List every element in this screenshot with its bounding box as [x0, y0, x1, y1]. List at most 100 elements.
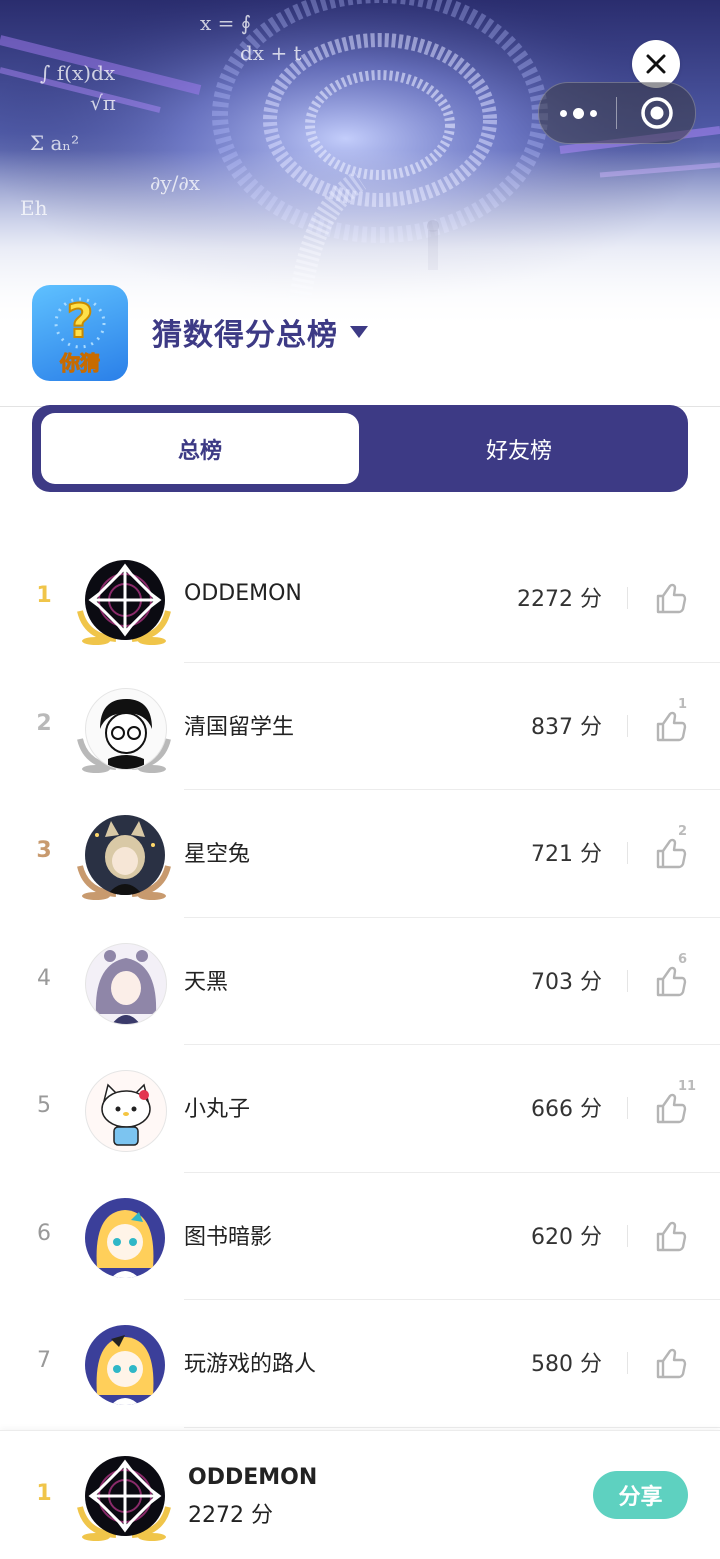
thumbs-up-icon[interactable] — [650, 1344, 690, 1384]
avatar[interactable] — [85, 942, 167, 1025]
thumbs-up-icon[interactable] — [650, 579, 690, 619]
my-avatar[interactable] — [85, 1456, 165, 1536]
leaderboard-selector[interactable]: 猜数得分总榜 — [152, 306, 368, 358]
anime-girl-cat-ears-icon — [95, 821, 155, 895]
rank-number: 3 — [36, 838, 52, 863]
player-name: 图书暗影 — [184, 1224, 273, 1250]
svg-text:√π: √π — [90, 91, 116, 115]
leaderboard-row: 5 小丸子 666 分 11 — [0, 1045, 720, 1173]
avatar[interactable] — [85, 1325, 165, 1405]
player-name: 星空兔 — [184, 842, 251, 867]
my-avatar-with-laurel — [76, 1453, 172, 1543]
thumbs-up-icon[interactable] — [650, 707, 690, 747]
player-name: 天黑 — [184, 969, 229, 995]
my-score: 2272 分 — [188, 1503, 273, 1528]
tab-overall[interactable]: 总榜 — [41, 413, 359, 484]
rank-number: 4 — [37, 965, 51, 991]
page-title: 猜数得分总榜 — [152, 318, 338, 353]
app-icon: ? 你猜 — [32, 285, 128, 381]
avatar[interactable] — [85, 815, 165, 895]
player-score: 721 分 — [531, 842, 602, 867]
like-count: 1 — [678, 696, 688, 712]
row-divider — [627, 1224, 628, 1247]
svg-text:∫ f(x)dx: ∫ f(x)dx — [40, 61, 116, 85]
exit-target-icon[interactable] — [639, 95, 675, 131]
crosshair-avatar-icon — [88, 1459, 162, 1533]
share-button[interactable]: 分享 — [593, 1471, 688, 1519]
anime-boy-glasses-icon — [100, 698, 152, 769]
crosshair-avatar-icon — [88, 563, 162, 637]
close-icon — [646, 54, 666, 74]
thumbs-up-icon[interactable] — [650, 1089, 690, 1129]
close-button[interactable] — [632, 40, 680, 88]
leaderboard-row: 7 玩游戏的路人 580 分 — [0, 1300, 720, 1428]
avatar[interactable] — [85, 1197, 165, 1278]
app-icon-label: 你猜 — [60, 351, 101, 376]
player-score: 620 分 — [531, 1224, 602, 1250]
player-score: 837 分 — [531, 714, 602, 740]
row-divider — [627, 842, 628, 864]
anime-girl-purple-hair-icon — [95, 949, 157, 1024]
leaderboard-row: 3 星空兔 721 分 2 — [0, 790, 720, 918]
hello-kitty-icon — [101, 1083, 151, 1146]
player-score: 2272 分 — [517, 587, 602, 612]
like-count: 11 — [678, 1079, 697, 1094]
my-name: ODDEMON — [188, 1465, 318, 1490]
more-dots-icon-center — [572, 107, 584, 119]
my-rank-number: 1 — [36, 1481, 52, 1506]
blonde-mascot-icon — [96, 1209, 154, 1278]
rank-number: 2 — [36, 710, 52, 736]
rank-number: 7 — [37, 1348, 51, 1373]
row-divider — [627, 587, 628, 609]
player-name: 玩游戏的路人 — [184, 1352, 317, 1377]
leaderboard-row: 6 图书暗影 620 分 — [0, 1173, 720, 1300]
player-name: 清国留学生 — [184, 714, 295, 740]
leaderboard-row: 4 天黑 703 分 6 — [0, 918, 720, 1045]
avatar[interactable] — [85, 687, 167, 770]
more-dots-icon — [559, 109, 567, 117]
row-separator — [184, 1426, 720, 1428]
more-menu-button[interactable] — [553, 93, 603, 133]
avatar-wrapper — [76, 1195, 172, 1285]
row-divider — [627, 969, 628, 992]
thumbs-up-icon[interactable] — [650, 834, 690, 874]
leaderboard-row: 1 ODDEMON 2272 分 — [0, 535, 720, 663]
like-count: 6 — [678, 951, 688, 967]
hero-banner: ∫ f(x)dx Σ aₙ² √π x = ∮ ∂y/∂x Eh dx + t — [0, 0, 720, 330]
svg-text:dx + t: dx + t — [240, 41, 302, 65]
rank-number: 6 — [37, 1220, 51, 1246]
my-rank-bar: 1 ODDEMON 2272 分 分享 — [0, 1430, 720, 1559]
avatar-with-laurel — [76, 812, 172, 902]
like-count: 2 — [678, 824, 688, 839]
avatar-wrapper — [76, 1322, 172, 1412]
leaderboard-row: 2 清国留学生 837 分 1 — [0, 663, 720, 790]
avatar[interactable] — [85, 1070, 167, 1152]
thumbs-up-icon[interactable] — [650, 1217, 690, 1257]
mini-program-capsule — [538, 82, 696, 144]
player-score: 666 分 — [531, 1097, 602, 1122]
player-name: ODDEMON — [184, 581, 302, 606]
row-divider — [627, 714, 628, 737]
player-name: 小丸子 — [184, 1097, 251, 1122]
tab-bar: 总榜 好友榜 — [32, 405, 688, 492]
more-dots-icon-right — [589, 109, 597, 117]
blonde-mascot-icon — [96, 1335, 154, 1405]
caret-down-icon — [350, 326, 368, 338]
avatar-wrapper — [76, 1067, 172, 1157]
player-score: 580 分 — [531, 1352, 602, 1377]
avatar-with-laurel — [76, 557, 172, 647]
avatar[interactable] — [85, 560, 165, 640]
svg-text:x = ∮: x = ∮ — [200, 11, 251, 35]
avatar-wrapper — [76, 940, 172, 1030]
rank-number: 1 — [36, 583, 52, 608]
app-icon-glyph: ? — [67, 294, 94, 348]
tab-friends[interactable]: 好友榜 — [360, 413, 678, 484]
rank-number: 5 — [37, 1093, 51, 1118]
capsule-divider — [616, 97, 617, 129]
thumbs-up-icon[interactable] — [650, 962, 690, 1002]
avatar-with-laurel — [76, 685, 172, 775]
leaderboard-list: 1 ODDEMON 2272 分 2 清国留学生 837 分 1 3 星空兔 7… — [0, 535, 720, 1428]
row-divider — [627, 1352, 628, 1374]
player-score: 703 分 — [531, 969, 602, 995]
row-divider — [627, 1097, 628, 1119]
